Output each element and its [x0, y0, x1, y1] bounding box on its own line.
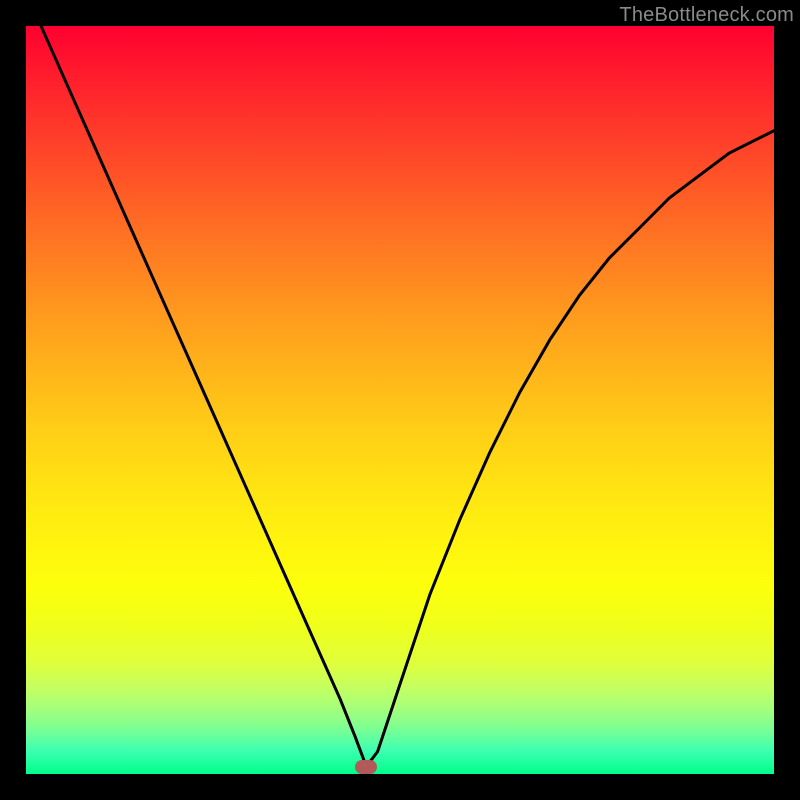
optimal-point-marker [355, 760, 377, 774]
plot-area [26, 26, 774, 774]
chart-canvas: TheBottleneck.com [0, 0, 800, 800]
watermark-text: TheBottleneck.com [619, 4, 794, 27]
bottleneck-curve [26, 26, 774, 774]
